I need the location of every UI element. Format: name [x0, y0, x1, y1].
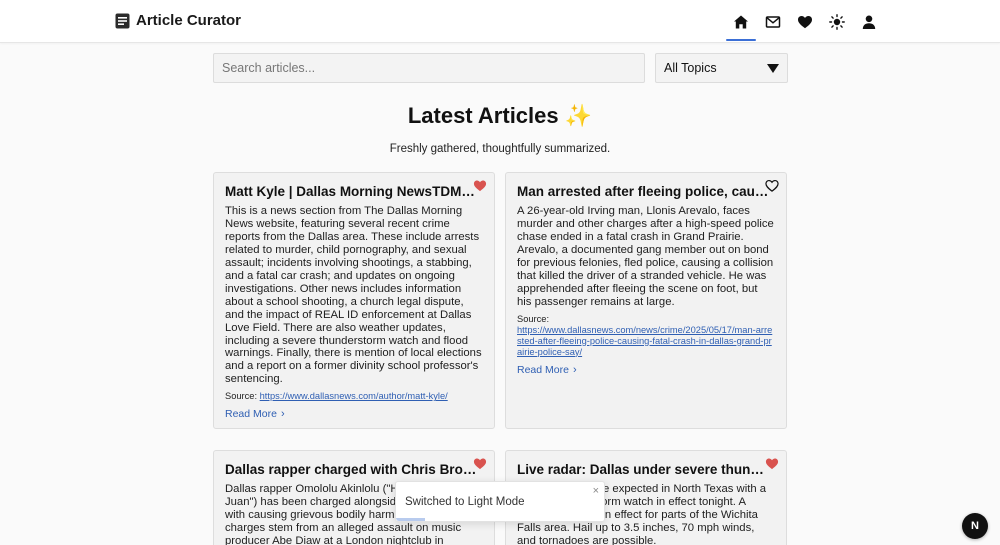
article-title[interactable]: Man arrested after fleeing police, causi… — [517, 183, 769, 200]
chevron-right-icon: › — [572, 363, 577, 376]
article-icon — [115, 13, 130, 28]
top-navbar: Article Curator — [0, 0, 1000, 43]
sun-icon — [829, 13, 845, 30]
nav-favorites-button[interactable] — [789, 4, 821, 40]
toast-message: Switched to Light Mode — [405, 496, 525, 508]
read-more-label: Read More — [517, 363, 569, 376]
source-label: Source: — [517, 313, 550, 324]
read-more-link[interactable]: Read More › — [517, 364, 577, 376]
article-summary: This is a news section from The Dallas M… — [225, 205, 482, 386]
sparkles-icon: ✨ — [564, 103, 593, 128]
source-link[interactable]: https://www.dallasnews.com/author/matt-k… — [260, 391, 448, 401]
favorite-outline-icon[interactable] — [765, 179, 779, 192]
page-title: Latest Articles ✨ — [0, 103, 1000, 129]
nav-home-button[interactable] — [725, 4, 757, 41]
article-title[interactable]: Live radar: Dallas under severe thunders… — [517, 461, 769, 478]
topic-select-value: All Topics — [664, 61, 717, 75]
nav-mail-button[interactable] — [757, 4, 789, 40]
favorite-filled-icon[interactable] — [765, 457, 779, 470]
toast-progress-bar — [396, 518, 426, 521]
user-icon — [862, 15, 876, 29]
nav-profile-button[interactable] — [853, 4, 885, 40]
nav-menu — [725, 0, 885, 43]
topic-select[interactable]: All Topics — [655, 53, 788, 83]
article-source: Source: https://www.dallasnews.com/autho… — [225, 391, 483, 402]
close-icon[interactable]: × — [593, 485, 599, 497]
dev-tools-badge[interactable]: N — [962, 513, 988, 539]
article-source: Source: https://www.dallasnews.com/news/… — [517, 314, 775, 358]
article-title[interactable]: Matt Kyle | Dallas Morning NewsTDMN Auth… — [225, 183, 477, 200]
toast-notification: Switched to Light Mode × — [395, 481, 605, 522]
brand[interactable]: Article Curator — [115, 12, 241, 29]
chevron-right-icon: › — [280, 408, 285, 421]
read-more-link[interactable]: Read More › — [225, 408, 285, 420]
nav-theme-toggle[interactable] — [821, 4, 853, 40]
article-card: Man arrested after fleeing police, causi… — [505, 172, 787, 429]
search-input[interactable] — [213, 53, 645, 83]
source-label: Source: — [225, 391, 258, 402]
heart-icon — [798, 15, 812, 28]
source-link[interactable]: https://www.dallasnews.com/news/crime/20… — [517, 325, 772, 357]
article-title[interactable]: Dallas rapper charged with Chris Brown i… — [225, 461, 477, 478]
app-window: Article Curator Search articles... All T… — [0, 0, 1000, 545]
favorite-filled-icon[interactable] — [473, 457, 487, 470]
article-card: Matt Kyle | Dallas Morning NewsTDMN Auth… — [213, 172, 495, 429]
article-summary: A 26-year-old Irving man, Llonis Arevalo… — [517, 205, 774, 308]
page-subtitle: Freshly gathered, thoughtfully summarize… — [389, 143, 611, 155]
favorite-filled-icon[interactable] — [473, 179, 487, 192]
home-icon — [734, 15, 748, 28]
mail-icon — [765, 15, 781, 28]
app-title: Article Curator — [136, 12, 242, 29]
read-more-label: Read More — [225, 408, 277, 421]
caret-down-icon — [767, 63, 779, 73]
page-title-text: Latest Articles — [407, 103, 559, 128]
